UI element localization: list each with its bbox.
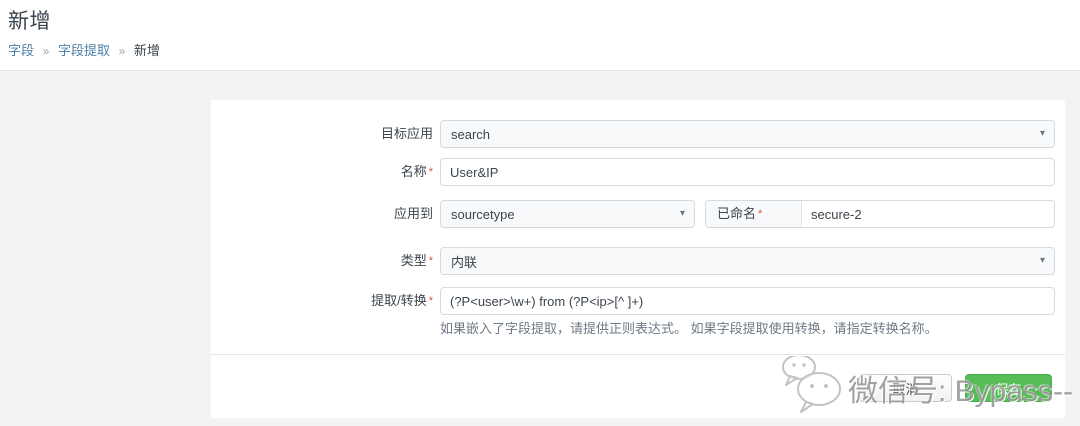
target-app-row: 目标应用 search ▾ <box>211 120 1065 148</box>
chevron-down-icon: ▾ <box>680 209 685 219</box>
breadcrumb-current: 新增 <box>134 43 160 58</box>
apply-to-label: 应用到 <box>211 200 433 228</box>
type-select-value: 内联 <box>451 252 477 271</box>
footer-divider <box>211 354 1065 355</box>
type-label: 类型* <box>211 247 433 275</box>
breadcrumb: 字段 » 字段提取 » 新增 <box>8 40 1080 59</box>
apply-to-row: 应用到 sourcetype ▾ 已命名* <box>211 200 1065 228</box>
named-input[interactable] <box>802 201 1054 227</box>
apply-to-select-value: sourcetype <box>451 207 515 222</box>
required-marker: * <box>429 166 433 178</box>
required-marker: * <box>429 255 433 267</box>
page-header: 新增 字段 » 字段提取 » 新增 <box>0 0 1080 71</box>
name-row: 名称* <box>211 158 1065 186</box>
target-app-select[interactable]: search ▾ <box>440 120 1055 148</box>
type-select[interactable]: 内联 ▾ <box>440 247 1055 275</box>
breadcrumb-separator: » <box>43 44 50 58</box>
breadcrumb-link-field-extractions[interactable]: 字段提取 <box>58 43 110 58</box>
required-marker: * <box>758 208 762 220</box>
form-panel: 目标应用 search ▾ 名称* 应用到 sourcetype ▾ <box>211 100 1065 418</box>
target-app-select-value: search <box>451 127 490 142</box>
named-input-group: 已命名* <box>705 200 1055 228</box>
name-label: 名称* <box>211 158 433 186</box>
apply-to-select[interactable]: sourcetype ▾ <box>440 200 695 228</box>
breadcrumb-link-fields[interactable]: 字段 <box>8 43 34 58</box>
extraction-label: 提取/转换* <box>211 287 433 315</box>
breadcrumb-separator: » <box>119 44 126 58</box>
footer-actions: 取消 保存 <box>859 374 1052 402</box>
chevron-down-icon: ▾ <box>1040 129 1045 139</box>
extraction-help-text: 如果嵌入了字段提取，请提供正则表达式。 如果字段提取使用转换，请指定转换名称。 <box>440 318 1055 337</box>
add-new-field-extraction-page: 新增 字段 » 字段提取 » 新增 目标应用 search ▾ 名称* <box>0 0 1080 426</box>
type-row: 类型* 内联 ▾ <box>211 247 1065 275</box>
save-button[interactable]: 保存 <box>965 374 1052 402</box>
page-title: 新增 <box>8 5 1080 35</box>
target-app-label: 目标应用 <box>211 120 433 148</box>
required-marker: * <box>429 295 433 307</box>
cancel-button[interactable]: 取消 <box>859 374 952 402</box>
name-input[interactable] <box>440 158 1055 186</box>
extraction-input[interactable] <box>440 287 1055 315</box>
extraction-row: 提取/转换* <box>211 287 1065 315</box>
named-addon-label: 已命名* <box>706 201 802 227</box>
chevron-down-icon: ▾ <box>1040 256 1045 266</box>
